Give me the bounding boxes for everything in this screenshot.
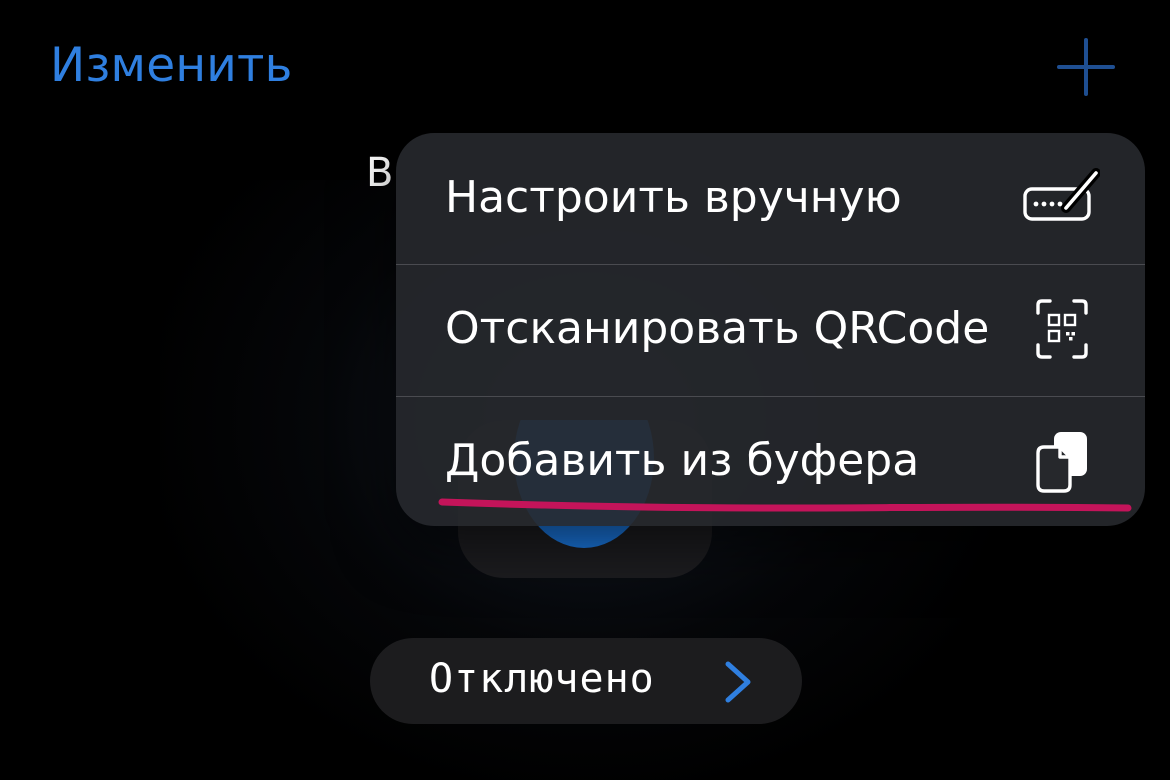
add-config-menu: Настроить вручную Отсканировать QRCode Д… <box>396 133 1145 526</box>
menu-item-label: Добавить из буфера <box>445 435 920 486</box>
plus-icon <box>1057 38 1115 96</box>
menu-item-scan-qr[interactable]: Отсканировать QRCode <box>396 264 1145 394</box>
chevron-right-icon <box>725 661 751 703</box>
menu-item-label: Настроить вручную <box>445 172 902 223</box>
connection-status-label: Отключено <box>429 656 655 702</box>
add-button[interactable] <box>1056 38 1116 98</box>
menu-item-manual-setup[interactable]: Настроить вручную <box>396 133 1145 263</box>
qr-code-scan-icon <box>1036 299 1088 359</box>
clipboard-icon <box>1036 432 1087 493</box>
menu-item-label: Отсканировать QRCode <box>445 303 990 354</box>
app-screen: Изменить В Отключено Настроить вручную О… <box>0 0 1170 780</box>
obscured-title: В <box>366 150 394 196</box>
highlight-underline <box>438 498 1132 512</box>
keyboard-pencil-icon <box>1023 168 1100 221</box>
edit-button[interactable]: Изменить <box>50 38 292 93</box>
connection-status-button[interactable]: Отключено <box>370 638 802 724</box>
